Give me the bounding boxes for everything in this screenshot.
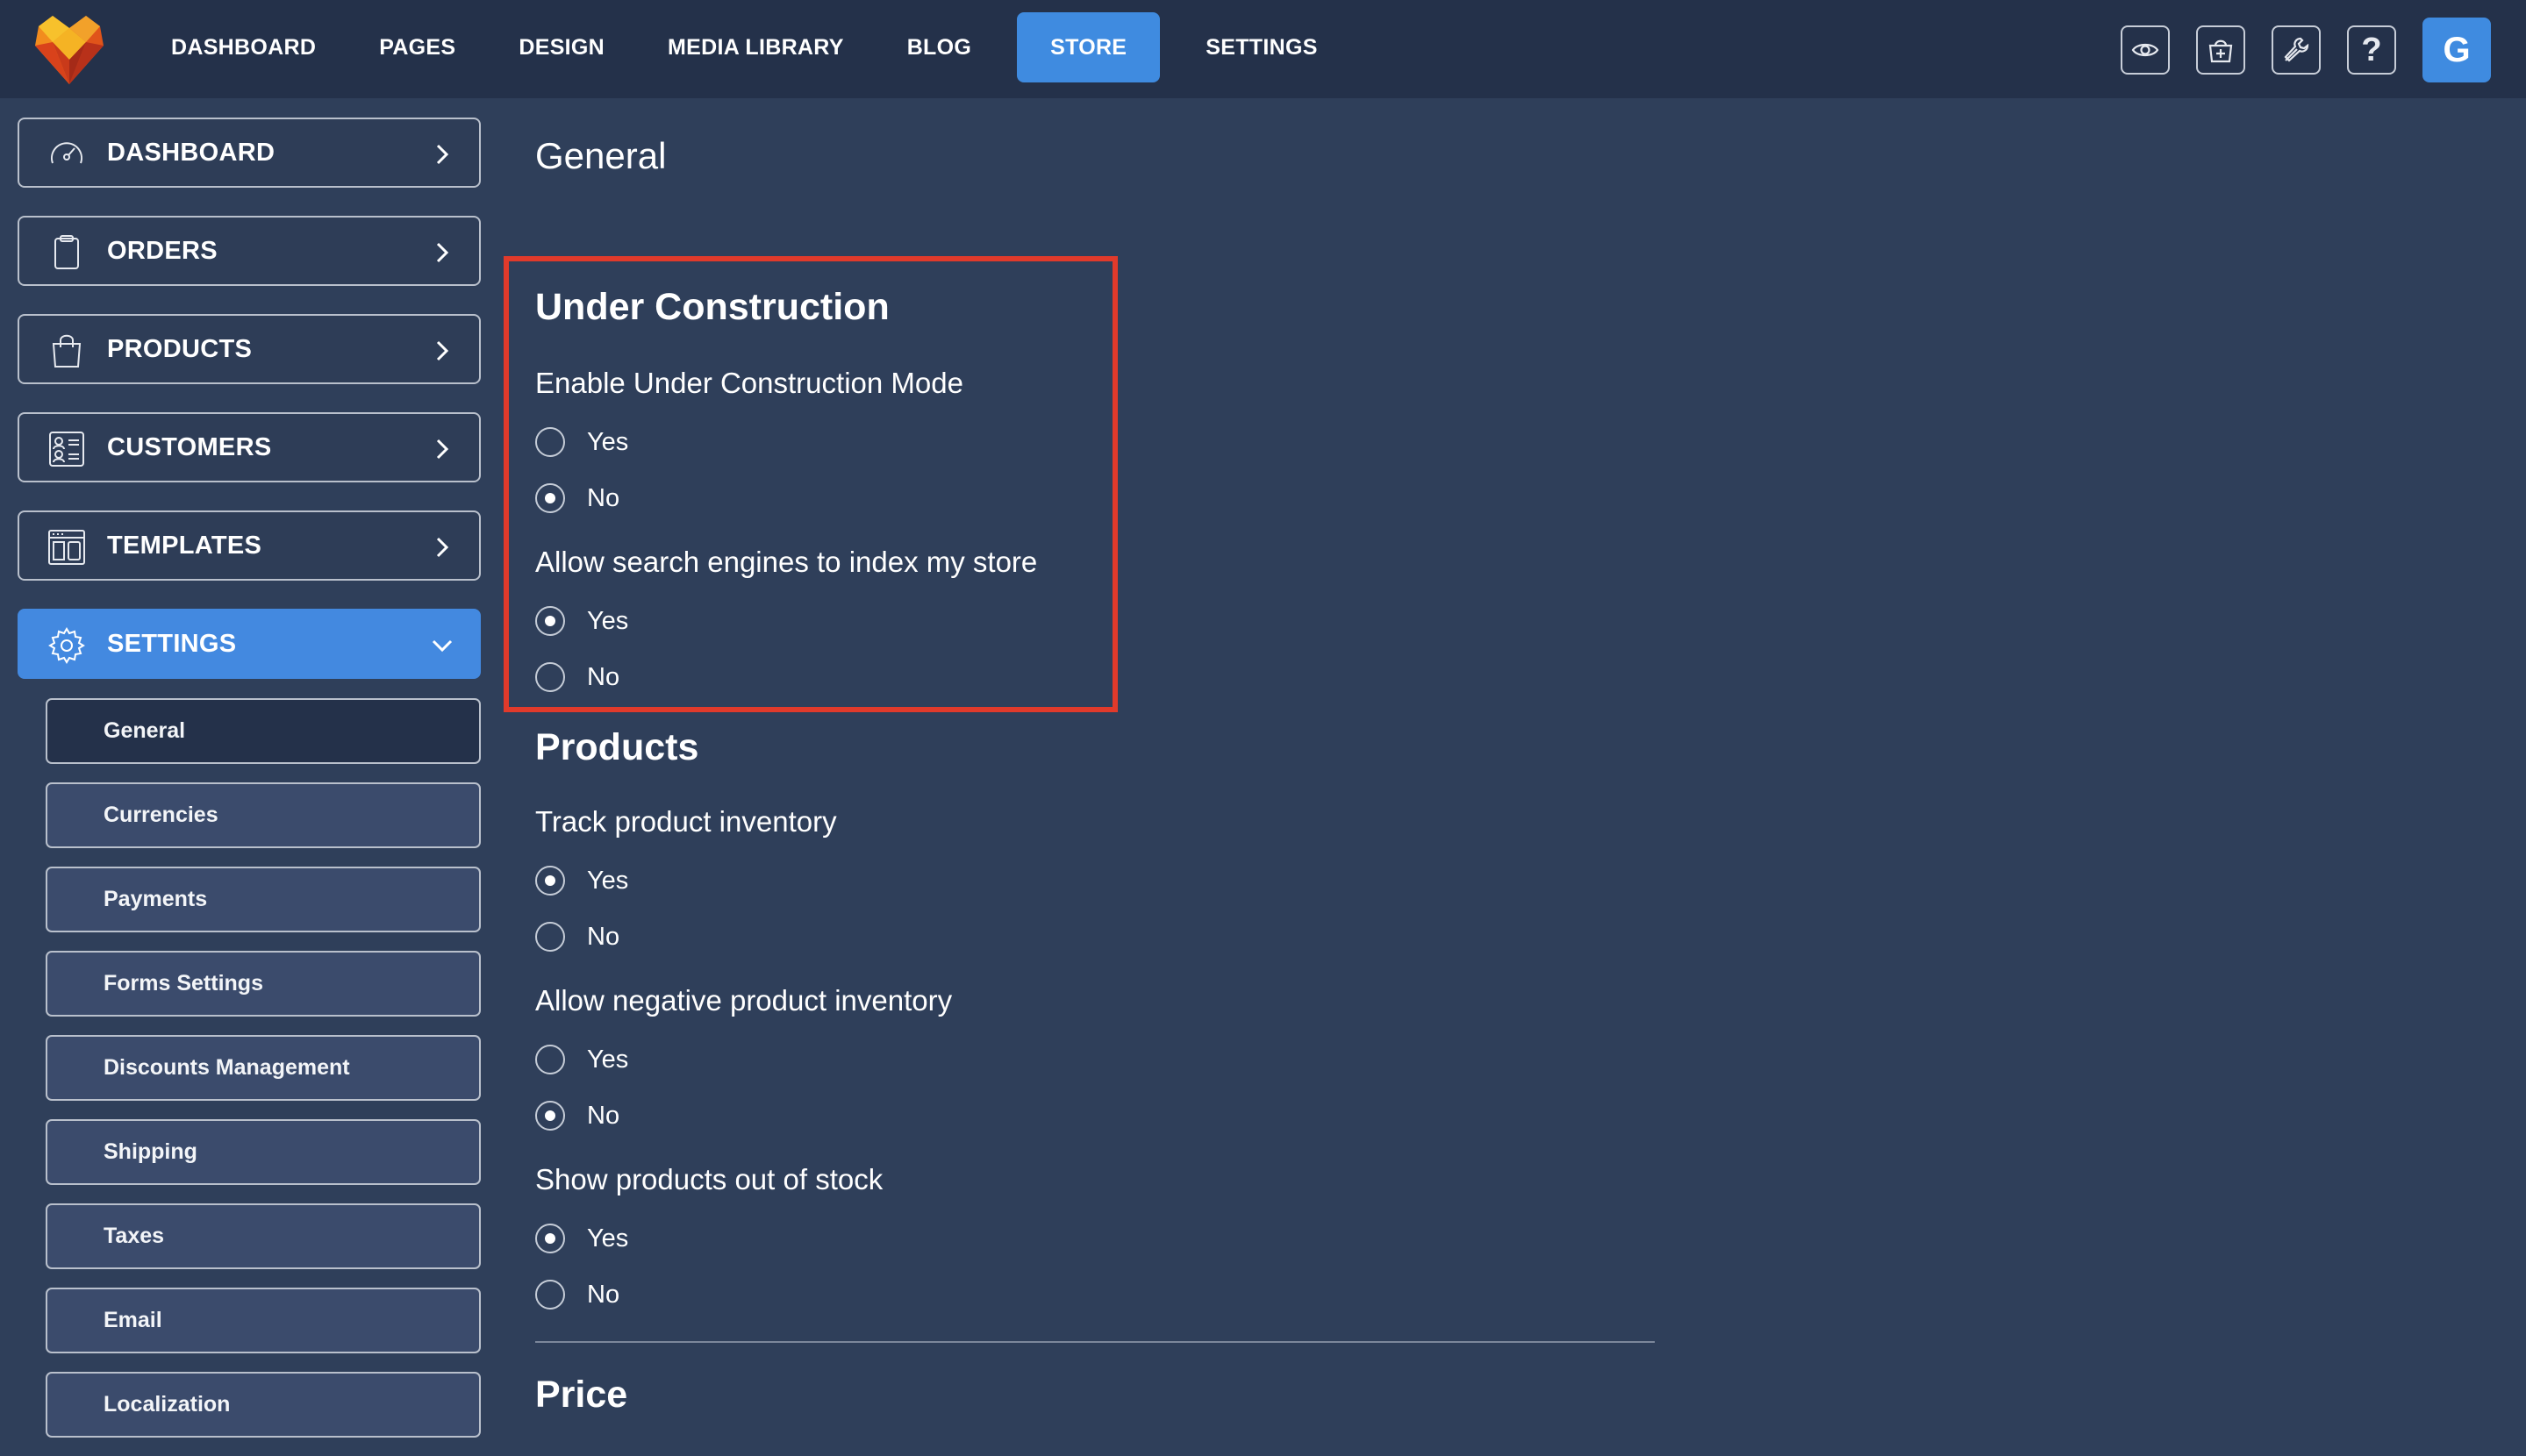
radio-button[interactable]	[535, 866, 565, 896]
help-button[interactable]: ?	[2347, 25, 2396, 75]
nav-media-library[interactable]: MEDIA LIBRARY	[650, 12, 862, 82]
sidebar-item-label: TEMPLATES	[107, 531, 262, 560]
highlight-box	[504, 256, 1118, 712]
contacts-icon	[49, 432, 84, 467]
radio-button[interactable]	[535, 1280, 565, 1310]
logo-icon[interactable]	[32, 11, 107, 86]
shopping-bag-icon	[52, 334, 82, 368]
settings-submenu: General Currencies Payments Forms Settin…	[46, 698, 481, 1438]
radio-negative-inventory-no[interactable]: No	[535, 1098, 619, 1133]
radio-label: No	[587, 1101, 620, 1130]
submenu-shipping[interactable]: Shipping	[46, 1119, 481, 1185]
sidebar-item-label: SETTINGS	[107, 629, 237, 658]
submenu-email[interactable]: Email	[46, 1288, 481, 1353]
main-nav: DASHBOARD PAGES DESIGN MEDIA LIBRARY BLO…	[154, 12, 1363, 82]
section-title-price: Price	[535, 1374, 628, 1416]
chevron-right-icon	[436, 340, 449, 361]
nav-pages[interactable]: PAGES	[361, 12, 473, 82]
nav-blog[interactable]: BLOG	[890, 12, 989, 82]
submenu-taxes[interactable]: Taxes	[46, 1203, 481, 1269]
radio-negative-inventory-yes[interactable]: Yes	[535, 1042, 628, 1077]
radio-button[interactable]	[535, 1224, 565, 1253]
section-title-products: Products	[535, 726, 699, 768]
gauge-icon	[51, 142, 82, 164]
sidebar-item-templates[interactable]: TEMPLATES	[18, 510, 481, 581]
store-add-button[interactable]	[2196, 25, 2245, 75]
sidebar-item-label: CUSTOMERS	[107, 432, 272, 461]
submenu-payments[interactable]: Payments	[46, 867, 481, 932]
sidebar-item-label: PRODUCTS	[107, 334, 253, 363]
radio-button[interactable]	[535, 1045, 565, 1074]
store-add-icon	[2208, 39, 2233, 63]
tools-button[interactable]	[2272, 25, 2321, 75]
sidebar-item-customers[interactable]: CUSTOMERS	[18, 412, 481, 482]
radio-label: Yes	[587, 1224, 629, 1253]
question-show-out-of-stock: Show products out of stock	[535, 1163, 884, 1195]
chevron-right-icon	[436, 537, 449, 558]
sidebar-item-dashboard[interactable]: DASHBOARD	[18, 118, 481, 188]
question-track-inventory: Track product inventory	[535, 805, 837, 838]
nav-design[interactable]: DESIGN	[501, 12, 622, 82]
radio-track-inventory-yes[interactable]: Yes	[535, 863, 628, 898]
chevron-right-icon	[436, 144, 449, 165]
radio-label: Yes	[587, 866, 629, 895]
submenu-general[interactable]: General	[46, 698, 481, 764]
page-title: General	[535, 135, 667, 176]
radio-button[interactable]	[535, 922, 565, 952]
submenu-localization[interactable]: Localization	[46, 1372, 481, 1438]
top-actions: ? G	[2094, 18, 2491, 82]
sidebar-item-label: DASHBOARD	[107, 138, 275, 167]
preview-button[interactable]	[2121, 25, 2170, 75]
template-icon	[48, 530, 85, 565]
sidebar: DASHBOARD ORDERS PRODUCTS CUSTOMERS TEMP…	[18, 118, 481, 1456]
help-icon: ?	[2361, 31, 2382, 68]
clipboard-icon	[54, 235, 79, 269]
submenu-currencies[interactable]: Currencies	[46, 782, 481, 848]
sidebar-item-label: ORDERS	[107, 236, 218, 265]
sidebar-item-orders[interactable]: ORDERS	[18, 216, 481, 286]
radio-out-of-stock-yes[interactable]: Yes	[535, 1221, 628, 1256]
chevron-right-icon	[436, 439, 449, 460]
nav-settings[interactable]: SETTINGS	[1188, 12, 1335, 82]
nav-dashboard[interactable]: DASHBOARD	[154, 12, 333, 82]
radio-button[interactable]	[535, 1101, 565, 1131]
wrench-icon	[2284, 37, 2309, 62]
radio-label: Yes	[587, 1045, 629, 1074]
question-negative-inventory: Allow negative product inventory	[535, 984, 953, 1017]
top-bar: DASHBOARD PAGES DESIGN MEDIA LIBRARY BLO…	[0, 0, 2526, 98]
gear-icon	[48, 627, 85, 664]
eye-icon	[2131, 43, 2159, 57]
sidebar-item-products[interactable]: PRODUCTS	[18, 314, 481, 384]
radio-label: No	[587, 922, 620, 951]
user-avatar[interactable]: G	[2422, 18, 2491, 82]
submenu-forms-settings[interactable]: Forms Settings	[46, 951, 481, 1017]
radio-track-inventory-no[interactable]: No	[535, 919, 619, 954]
radio-label: No	[587, 1280, 620, 1309]
chevron-down-icon	[432, 639, 453, 653]
submenu-discounts-management[interactable]: Discounts Management	[46, 1035, 481, 1101]
nav-store[interactable]: STORE	[1017, 12, 1161, 82]
chevron-right-icon	[436, 242, 449, 263]
section-divider	[535, 1341, 1655, 1343]
sidebar-item-settings[interactable]: SETTINGS	[18, 609, 481, 679]
radio-out-of-stock-no[interactable]: No	[535, 1277, 619, 1312]
